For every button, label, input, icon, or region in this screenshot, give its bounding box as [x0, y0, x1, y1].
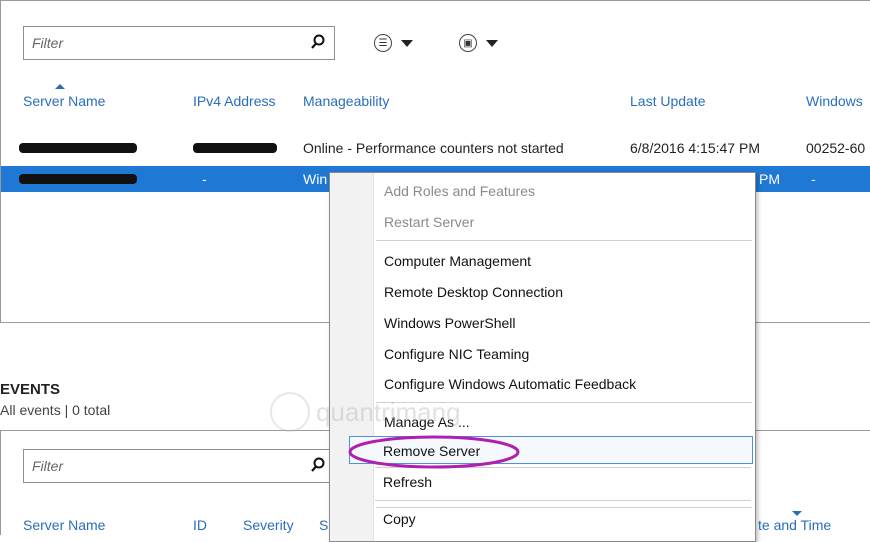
menu-item-windows-powershell[interactable]: Windows PowerShell: [384, 315, 516, 331]
menu-item-configure-windows-automatic-feedback[interactable]: Configure Windows Automatic Feedback: [384, 376, 636, 392]
chevron-down-icon[interactable]: [401, 40, 413, 47]
windows-value: 00252-60: [806, 140, 866, 156]
windows-value: -: [811, 171, 816, 187]
redacted-ipv4: [193, 143, 277, 153]
column-last-update[interactable]: Last Update: [630, 93, 706, 109]
menu-gutter: [330, 173, 374, 541]
column-manageability[interactable]: Manageability: [303, 93, 389, 109]
events-title: EVENTS: [0, 381, 61, 398]
events-column-severity[interactable]: Severity: [243, 517, 294, 533]
manageability-value: Online - Performance counters not starte…: [303, 140, 564, 156]
events-column-source[interactable]: S: [319, 517, 328, 533]
filter-placeholder: Filter: [32, 35, 64, 51]
search-icon[interactable]: [310, 457, 326, 473]
events-filter-input[interactable]: Filter: [23, 449, 335, 483]
column-windows[interactable]: Windows: [806, 93, 863, 109]
list-view-icon[interactable]: ☰: [374, 34, 392, 52]
menu-separator: [376, 507, 752, 508]
watermark-text: quantrimang: [316, 396, 461, 427]
menu-item-add-roles-and-features[interactable]: Add Roles and Features: [384, 183, 535, 199]
events-column-server-name[interactable]: Server Name: [23, 517, 105, 533]
redacted-server-name: [19, 174, 137, 184]
events-subtitle: All events | 0 total: [0, 402, 111, 418]
events-column-id[interactable]: ID: [193, 517, 207, 533]
events-column-date-time[interactable]: te and Time: [758, 517, 831, 533]
watermark-logo-icon: [270, 392, 310, 432]
sort-ascending-icon: [55, 84, 65, 89]
column-server-name[interactable]: Server Name: [23, 93, 105, 109]
menu-item-refresh[interactable]: Refresh: [383, 474, 432, 490]
menu-separator: [376, 240, 752, 241]
sort-descending-icon: [792, 511, 802, 516]
watermark: quantrimang: [270, 392, 461, 432]
menu-item-configure-nic-teaming[interactable]: Configure NIC Teaming: [384, 346, 529, 362]
server-filter-input[interactable]: Filter: [23, 26, 335, 60]
table-row[interactable]: Online - Performance counters not starte…: [1, 135, 870, 161]
menu-item-remote-desktop-connection[interactable]: Remote Desktop Connection: [384, 284, 563, 300]
save-icon[interactable]: ▣: [459, 34, 477, 52]
last-update-value: PM: [759, 171, 780, 187]
menu-item-computer-management[interactable]: Computer Management: [384, 253, 531, 269]
menu-item-copy[interactable]: Copy: [383, 511, 416, 527]
search-icon[interactable]: [310, 34, 326, 50]
ipv4-value: -: [202, 171, 207, 187]
redacted-server-name: [19, 143, 137, 153]
menu-separator: [375, 500, 751, 501]
annotation-ellipse: [348, 435, 520, 469]
manageability-value: Win: [303, 171, 328, 187]
last-update-value: 6/8/2016 4:15:47 PM: [630, 140, 760, 156]
column-ipv4-address[interactable]: IPv4 Address: [193, 93, 276, 109]
filter-placeholder: Filter: [32, 458, 64, 474]
menu-item-restart-server[interactable]: Restart Server: [384, 214, 474, 230]
chevron-down-icon[interactable]: [486, 40, 498, 47]
